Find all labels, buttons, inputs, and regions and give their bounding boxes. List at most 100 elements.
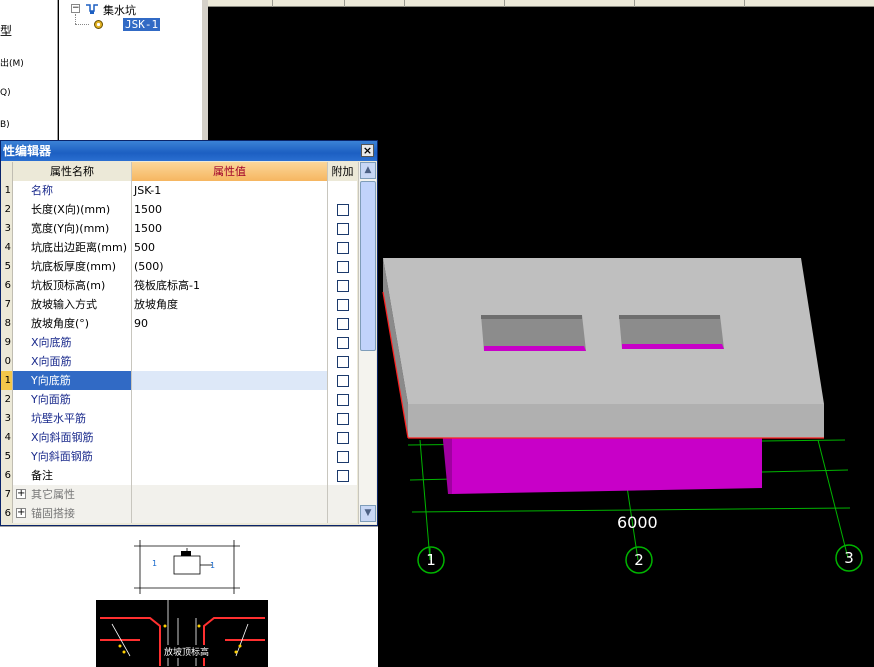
property-name[interactable]: 放坡输入方式: [13, 295, 132, 314]
property-value[interactable]: 90: [132, 314, 328, 333]
row-number: 6: [1, 466, 13, 485]
property-name[interactable]: 坑板顶标高(m): [13, 276, 132, 295]
nav-item-m[interactable]: 出(M): [0, 56, 24, 69]
property-name[interactable]: X向面筋: [13, 352, 132, 371]
header-name[interactable]: 属性名称: [13, 162, 132, 181]
add-checkbox[interactable]: [337, 261, 349, 273]
property-row[interactable]: 6 备注: [1, 466, 357, 485]
property-scrollbar[interactable]: ▲ ▼: [358, 162, 376, 524]
add-cell: [328, 371, 357, 390]
property-name[interactable]: Y向面筋: [13, 390, 132, 409]
scroll-up-button[interactable]: ▲: [360, 162, 376, 179]
property-editor-window: 性编辑器 × 属性名称 属性值 附加 1 名称 JSK-1 2 长度(X向)(m…: [0, 140, 378, 526]
add-checkbox[interactable]: [337, 356, 349, 368]
gear-icon: [94, 20, 103, 29]
add-checkbox[interactable]: [337, 337, 349, 349]
add-checkbox[interactable]: [337, 223, 349, 235]
expand-icon[interactable]: +: [16, 489, 26, 499]
add-checkbox[interactable]: [337, 299, 349, 311]
property-name[interactable]: X向底筋: [13, 333, 132, 352]
property-row[interactable]: 7 放坡输入方式 放坡角度: [1, 295, 357, 314]
property-name[interactable]: 备注: [13, 466, 132, 485]
property-row[interactable]: 4 坑底出边距离(mm) 500: [1, 238, 357, 257]
add-checkbox[interactable]: [337, 432, 349, 444]
add-checkbox[interactable]: [337, 470, 349, 482]
property-value[interactable]: [132, 409, 328, 428]
add-cell: [328, 314, 357, 333]
property-value[interactable]: 筏板底标高-1: [132, 276, 328, 295]
group-name[interactable]: + 锚固搭接: [13, 504, 132, 523]
property-value[interactable]: [132, 352, 328, 371]
property-name[interactable]: 长度(X向)(mm): [13, 200, 132, 219]
add-checkbox[interactable]: [337, 318, 349, 330]
nav-item-q[interactable]: Q): [0, 88, 11, 98]
property-row[interactable]: 9 X向底筋: [1, 333, 357, 352]
property-row[interactable]: 0 X向面筋: [1, 352, 357, 371]
property-row[interactable]: 4 X向斜面钢筋: [1, 428, 357, 447]
add-checkbox[interactable]: [337, 375, 349, 387]
tree-item-jsk1[interactable]: JSK-1: [123, 18, 161, 31]
property-value[interactable]: 500: [132, 238, 328, 257]
property-name[interactable]: 名称: [13, 181, 132, 200]
property-name[interactable]: 坑壁水平筋: [13, 409, 132, 428]
property-group-row[interactable]: 7 + 其它属性: [1, 485, 357, 504]
add-cell: [328, 200, 357, 219]
property-name[interactable]: 放坡角度(°): [13, 314, 132, 333]
property-name[interactable]: 坑底出边距离(mm): [13, 238, 132, 257]
property-name[interactable]: 坑底板厚度(mm): [13, 257, 132, 276]
property-value[interactable]: [132, 371, 328, 390]
add-checkbox[interactable]: [337, 413, 349, 425]
property-value[interactable]: [132, 466, 328, 485]
property-row[interactable]: 5 坑底板厚度(mm) (500): [1, 257, 357, 276]
property-value[interactable]: JSK-1: [132, 181, 328, 200]
add-checkbox[interactable]: [337, 242, 349, 254]
component-tree: − 集水坑 JSK-1: [59, 0, 204, 140]
tree-collapse-toggle[interactable]: −: [71, 4, 80, 13]
property-value[interactable]: 1500: [132, 200, 328, 219]
property-value[interactable]: [132, 428, 328, 447]
property-name[interactable]: 宽度(Y向)(mm): [13, 219, 132, 238]
header-add[interactable]: 附加: [328, 162, 357, 181]
property-value[interactable]: (500): [132, 257, 328, 276]
property-row[interactable]: 8 放坡角度(°) 90: [1, 314, 357, 333]
property-row[interactable]: 2 长度(X向)(mm) 1500: [1, 200, 357, 219]
group-name[interactable]: + 其它属性: [13, 485, 132, 504]
property-value[interactable]: [132, 447, 328, 466]
property-value[interactable]: [132, 333, 328, 352]
tree-root-label[interactable]: 集水坑: [103, 2, 136, 18]
row-number: 4: [1, 238, 13, 257]
nav-item-type[interactable]: 型: [0, 22, 12, 39]
scroll-thumb[interactable]: [360, 181, 376, 351]
header-value[interactable]: 属性值: [132, 162, 328, 181]
add-cell: [328, 409, 357, 428]
row-number: 3: [1, 219, 13, 238]
row-number: 2: [1, 200, 13, 219]
property-row[interactable]: 6 坑板顶标高(m) 筏板底标高-1: [1, 276, 357, 295]
property-value[interactable]: 1500: [132, 219, 328, 238]
nav-item-b[interactable]: B): [0, 120, 10, 130]
row-number: 6: [1, 504, 13, 523]
property-row[interactable]: 3 宽度(Y向)(mm) 1500: [1, 219, 357, 238]
property-value[interactable]: [132, 390, 328, 409]
property-row[interactable]: 2 Y向面筋: [1, 390, 357, 409]
close-button[interactable]: ×: [361, 144, 374, 157]
scroll-down-button[interactable]: ▼: [360, 505, 376, 522]
add-cell: [328, 257, 357, 276]
add-checkbox[interactable]: [337, 280, 349, 292]
property-row[interactable]: 5 Y向斜面钢筋: [1, 447, 357, 466]
add-checkbox[interactable]: [337, 204, 349, 216]
add-cell: [328, 238, 357, 257]
property-row[interactable]: 1 名称 JSK-1: [1, 181, 357, 200]
expand-icon[interactable]: +: [16, 508, 26, 518]
property-group-row[interactable]: 6 + 锚固搭接: [1, 504, 357, 523]
property-name[interactable]: Y向斜面钢筋: [13, 447, 132, 466]
add-cell: [328, 333, 357, 352]
property-value[interactable]: 放坡角度: [132, 295, 328, 314]
property-name[interactable]: X向斜面钢筋: [13, 428, 132, 447]
add-checkbox[interactable]: [337, 451, 349, 463]
property-row[interactable]: 3 坑壁水平筋: [1, 409, 357, 428]
property-row[interactable]: 1 Y向底筋: [1, 371, 357, 390]
add-checkbox[interactable]: [337, 394, 349, 406]
property-name[interactable]: Y向底筋: [13, 371, 132, 390]
svg-text:1: 1: [152, 559, 157, 568]
